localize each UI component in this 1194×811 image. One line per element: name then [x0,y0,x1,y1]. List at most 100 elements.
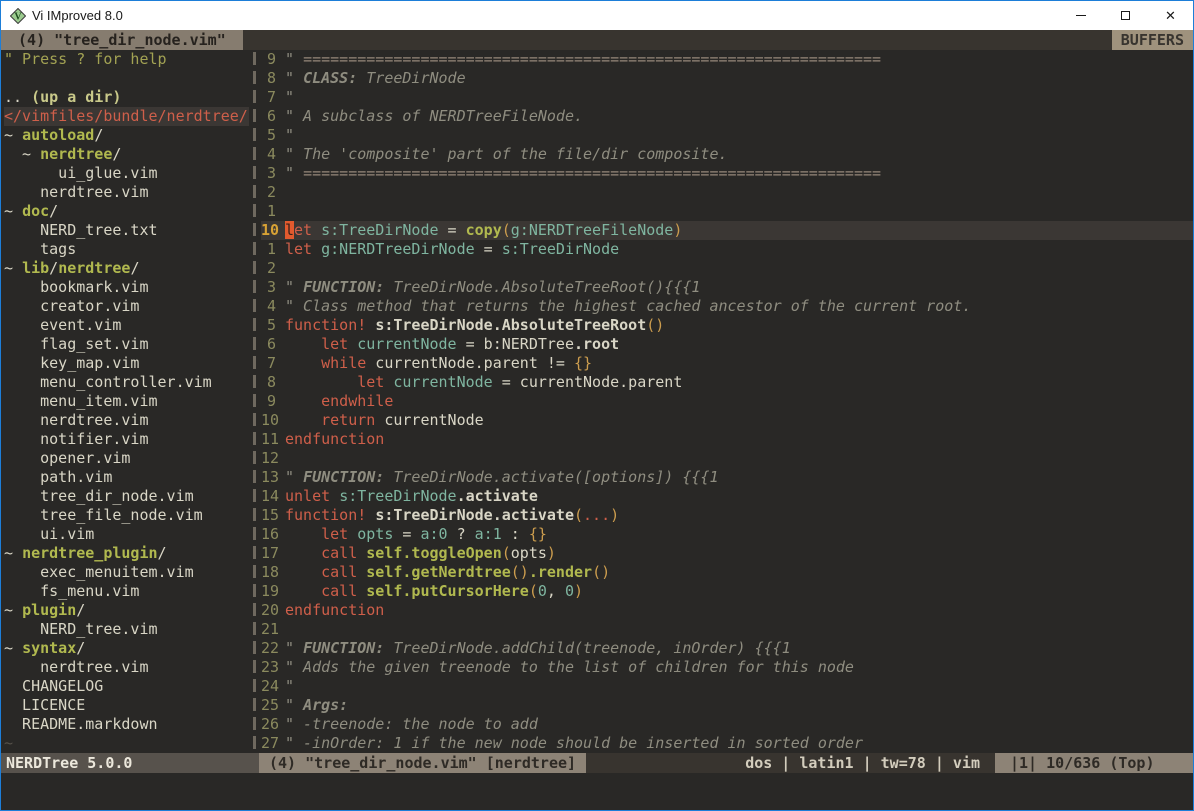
code-line[interactable]: 6 let currentNode = b:NERDTree.root [261,335,1193,354]
tree-item-text: path.vim [4,468,112,487]
tree-item[interactable]: ~ [4,734,249,753]
tree-item[interactable]: ~ lib/nerdtree/ [4,259,249,278]
tree-item[interactable]: ui.vim [4,525,249,544]
tree-item[interactable]: key_map.vim [4,354,249,373]
code-line[interactable]: 18 call self.getNerdtree().render() [261,563,1193,582]
code-line[interactable]: 3" FUNCTION: TreeDirNode.AbsoluteTreeRoo… [261,278,1193,297]
code-line[interactable]: 8" CLASS: TreeDirNode [261,69,1193,88]
code-line[interactable]: 16 let opts = a:0 ? a:1 : {} [261,525,1193,544]
code-line[interactable]: 22" FUNCTION: TreeDirNode.addChild(treen… [261,639,1193,658]
tree-item[interactable]: ~ doc/ [4,202,249,221]
tree-item[interactable]: </vimfiles/bundle/nerdtree/ [4,107,249,126]
code-line[interactable]: 5function! s:TreeDirNode.AbsoluteTreeRoo… [261,316,1193,335]
code-line[interactable]: 15function! s:TreeDirNode.activate(...) [261,506,1193,525]
tree-item[interactable] [4,69,249,88]
code-line[interactable]: 8 let currentNode = currentNode.parent [261,373,1193,392]
tree-item[interactable]: path.vim [4,468,249,487]
minimize-button[interactable] [1058,1,1103,30]
code-line[interactable]: 25" Args: [261,696,1193,715]
code-line[interactable]: 27" -inOrder: 1 if the new node should b… [261,734,1193,753]
command-line[interactable] [1,773,1193,810]
code-line[interactable]: 21 [261,620,1193,639]
code-line[interactable]: 6" A subclass of NERDTreeFileNode. [261,107,1193,126]
code-line[interactable]: 7 while currentNode.parent != {} [261,354,1193,373]
code-line[interactable]: 10 return currentNode [261,411,1193,430]
tree-item[interactable]: ~ nerdtree/ [4,145,249,164]
code-text: while currentNode.parent != {} [285,354,592,373]
window-separator[interactable] [249,50,261,753]
code-line[interactable]: 1 [261,202,1193,221]
maximize-button[interactable] [1103,1,1148,30]
tree-item[interactable]: menu_item.vim [4,392,249,411]
tree-item[interactable]: NERD_tree.vim [4,620,249,639]
tree-item[interactable]: ~ plugin/ [4,601,249,620]
code-text: " ======================================… [285,50,881,69]
tree-item[interactable]: LICENCE [4,696,249,715]
line-number: 10 [261,221,285,240]
tree-item-text: exec_menuitem.vim [4,563,194,582]
tree-item[interactable]: opener.vim [4,449,249,468]
code-line[interactable]: 20endfunction [261,601,1193,620]
tree-item[interactable]: nerdtree.vim [4,658,249,677]
code-text: " CLASS: TreeDirNode [285,69,466,88]
line-number: 2 [261,259,285,278]
code-line[interactable]: 13" FUNCTION: TreeDirNode.activate([opti… [261,468,1193,487]
tree-item[interactable]: creator.vim [4,297,249,316]
code-line[interactable]: 26" -treenode: the node to add [261,715,1193,734]
tree-item[interactable]: tree_file_node.vim [4,506,249,525]
code-line[interactable]: 17 call self.toggleOpen(opts) [261,544,1193,563]
line-number: 16 [261,525,285,544]
code-line[interactable]: 3" =====================================… [261,164,1193,183]
line-number: 22 [261,639,285,658]
tree-item[interactable]: nerdtree.vim [4,411,249,430]
code-line[interactable]: 19 call self.putCursorHere(0, 0) [261,582,1193,601]
code-line[interactable]: 23" Adds the given treenode to the list … [261,658,1193,677]
tree-item-text: ~ nerdtree/ [4,145,121,164]
tree-item[interactable]: menu_controller.vim [4,373,249,392]
line-number: 15 [261,506,285,525]
tab-active[interactable]: (4) "tree_dir_node.vim" [1,30,243,50]
code-line[interactable]: 14unlet s:TreeDirNode.activate [261,487,1193,506]
code-line[interactable]: 1let g:NERDTreeDirNode = s:TreeDirNode [261,240,1193,259]
tree-item[interactable]: fs_menu.vim [4,582,249,601]
code-line[interactable]: 5" [261,126,1193,145]
code-line[interactable]: 4" The 'composite' part of the file/dir … [261,145,1193,164]
tree-item[interactable]: README.markdown [4,715,249,734]
tree-item[interactable]: CHANGELOG [4,677,249,696]
code-line[interactable]: 7" [261,88,1193,107]
tree-item[interactable]: ~ autoload/ [4,126,249,145]
tree-item[interactable]: bookmark.vim [4,278,249,297]
code-line[interactable]: 4" Class method that returns the highest… [261,297,1193,316]
tree-item[interactable]: tree_dir_node.vim [4,487,249,506]
nerdtree-version-status: NERDTree 5.0.0 [1,753,259,773]
line-number: 26 [261,715,285,734]
tree-item[interactable]: NERD_tree.txt [4,221,249,240]
code-line[interactable]: 2 [261,183,1193,202]
code-line[interactable]: 9" =====================================… [261,50,1193,69]
code-line[interactable]: 10let s:TreeDirNode = copy(g:NERDTreeFil… [261,221,1193,240]
tree-item[interactable]: flag_set.vim [4,335,249,354]
tree-item[interactable]: ~ syntax/ [4,639,249,658]
code-line[interactable]: 12 [261,449,1193,468]
tree-item[interactable]: tags [4,240,249,259]
tree-item-text: ~ syntax/ [4,639,85,658]
tree-item[interactable]: exec_menuitem.vim [4,563,249,582]
code-text: " [285,677,294,696]
line-number: 1 [261,240,285,259]
line-number: 6 [261,335,285,354]
code-line[interactable]: 11endfunction [261,430,1193,449]
code-text: " A subclass of NERDTreeFileNode. [285,107,583,126]
tree-item[interactable]: " Press ? for help [4,50,249,69]
tree-item[interactable]: ui_glue.vim [4,164,249,183]
code-text: " Args: [285,696,348,715]
tree-item[interactable]: nerdtree.vim [4,183,249,202]
code-line[interactable]: 24" [261,677,1193,696]
tab-bar-fill [243,30,1112,50]
close-button[interactable]: ✕ [1148,1,1193,30]
tree-item[interactable]: .. (up a dir) [4,88,249,107]
code-line[interactable]: 2 [261,259,1193,278]
tree-item[interactable]: notifier.vim [4,430,249,449]
code-line[interactable]: 9 endwhile [261,392,1193,411]
tree-item[interactable]: ~ nerdtree_plugin/ [4,544,249,563]
tree-item[interactable]: event.vim [4,316,249,335]
